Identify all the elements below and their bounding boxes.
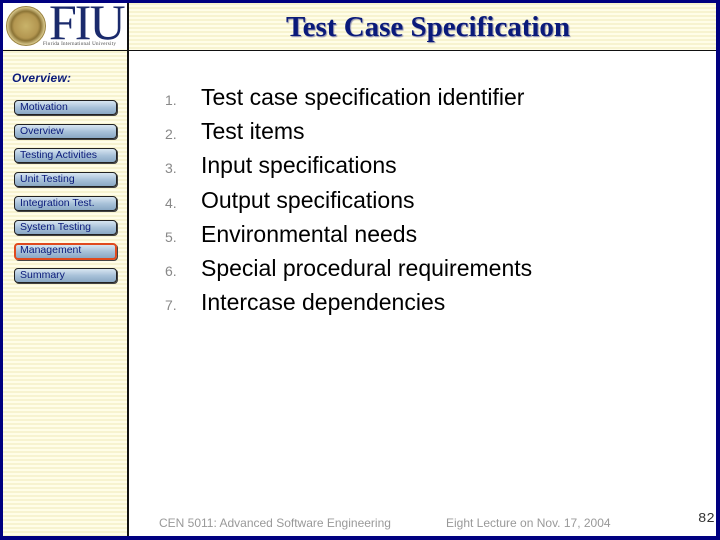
sidebar-item-summary[interactable]: Summary [14,268,117,283]
sidebar: Overview: Motivation Overview Testing Ac… [3,51,127,536]
university-seal-icon [6,6,46,46]
list-item-number: 4. [165,195,177,211]
main-content: 1. Test case specification identifier 2.… [129,51,716,536]
list-item-text: Test items [201,118,305,144]
sidebar-item-system-testing[interactable]: System Testing [14,220,117,235]
footer-course: CEN 5011: Advanced Software Engineering [159,516,391,530]
list-item-text: Test case specification identifier [201,84,525,110]
list-item-number: 1. [165,92,177,108]
slide-frame: FIU Florida International University Tes… [3,3,716,536]
fiu-logo: FIU Florida International University [3,3,127,49]
list-item-text: Intercase dependencies [201,289,446,315]
logo-text: FIU [49,3,126,50]
sidebar-item-testing-activities[interactable]: Testing Activities [14,148,117,163]
logo-subtext: Florida International University [43,42,117,47]
sidebar-item-integration-test[interactable]: Integration Test. [14,196,117,211]
list-item-text: Environmental needs [201,221,418,247]
sidebar-section-label: Overview: [12,71,72,85]
page-number: 82 [698,511,715,527]
footer-lecture-date: Eight Lecture on Nov. 17, 2004 [446,516,611,530]
list-item-text: Input specifications [201,152,397,178]
sidebar-item-motivation[interactable]: Motivation [14,100,117,115]
sidebar-item-management[interactable]: Management [14,243,117,260]
sidebar-item-overview[interactable]: Overview [14,124,117,139]
list-item-number: 6. [165,263,177,279]
list-item-number: 3. [165,160,177,176]
list-item-number: 2. [165,126,177,142]
list-item-number: 7. [165,297,177,313]
header-bar: FIU Florida International University Tes… [3,3,716,50]
sidebar-item-unit-testing[interactable]: Unit Testing [14,172,117,187]
list-item-text: Output specifications [201,187,415,213]
page-title: Test Case Specification [285,11,571,43]
list-item-number: 5. [165,229,177,245]
list-item-text: Special procedural requirements [201,255,533,281]
